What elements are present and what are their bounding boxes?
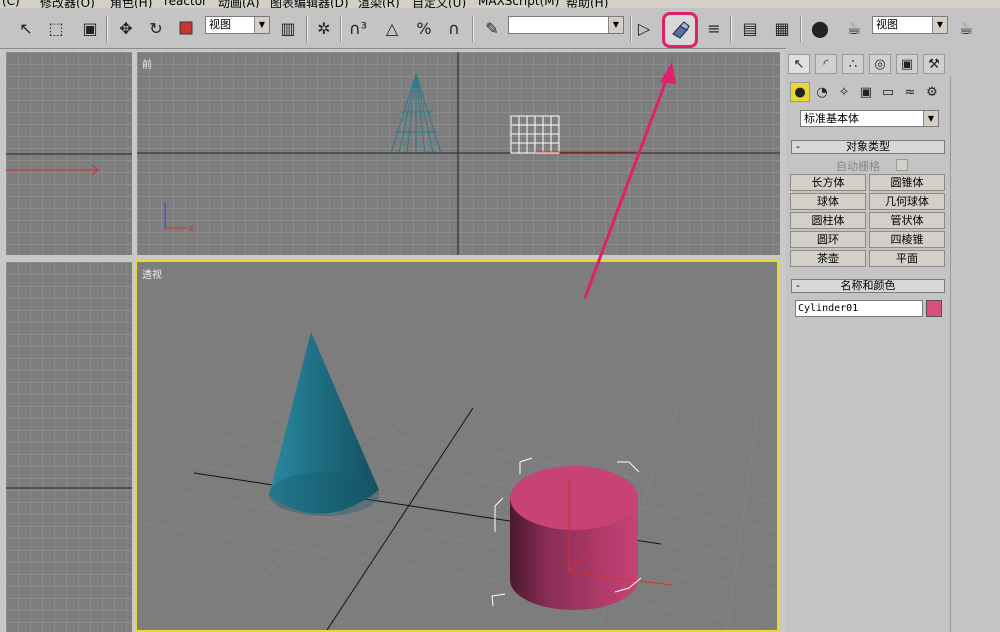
window-crossing-icon[interactable]: ▣ <box>78 16 102 40</box>
create-tab-icon[interactable]: ↖ <box>788 54 810 74</box>
svg-text:x: x <box>189 224 194 233</box>
menu-item-edit[interactable]: (C) <box>2 0 20 8</box>
teapot-button[interactable]: 茶壶 <box>790 250 866 267</box>
chevron-down-icon: ▼ <box>923 111 938 126</box>
curve-editor-icon[interactable]: ▤ <box>738 16 762 40</box>
sphere-button[interactable]: 球体 <box>790 193 866 210</box>
category-value: 标准基本体 <box>804 112 859 125</box>
reference-coord-value: 视图 <box>209 18 231 31</box>
rotate-icon[interactable]: ↻ <box>144 16 168 40</box>
render-scene-icon[interactable]: ☕ <box>842 16 866 40</box>
reference-coord-dropdown[interactable]: 视图 ▼ <box>205 16 270 34</box>
quick-render-icon[interactable]: ☕ <box>954 16 978 40</box>
angle-snap-icon[interactable]: △ <box>380 16 404 40</box>
category-dropdown[interactable]: 标准基本体 ▼ <box>800 110 939 127</box>
chevron-down-icon: ▼ <box>608 17 623 33</box>
space-warps-icon[interactable]: ≈ <box>900 82 920 102</box>
toolbar-separator <box>730 16 732 42</box>
menu-item-rendering[interactable]: 渲染(R) <box>358 0 400 8</box>
object-color-swatch[interactable] <box>926 300 942 317</box>
pyramid-button[interactable]: 四棱锥 <box>869 231 945 248</box>
command-panel: ↖ ◜ ∴ ◎ ▣ ⚒ ● ◔ ✧ ▣ ▭ ≈ ⚙ 标准基本体 ▼ - 对象类型… <box>786 48 1000 632</box>
toolbar-separator <box>340 16 342 42</box>
pivot-center-icon[interactable]: ▥ <box>276 16 300 40</box>
chevron-down-icon: ▼ <box>932 17 947 33</box>
helpers-icon[interactable]: ▭ <box>878 82 898 102</box>
autogrid-label: 自动栅格 <box>836 160 880 173</box>
snap-3d-icon[interactable]: ∩³ <box>346 16 370 40</box>
select-region-icon[interactable]: ⬚ <box>44 16 68 40</box>
geosphere-button[interactable]: 几何球体 <box>869 193 945 210</box>
object-type-title: 对象类型 <box>846 140 890 153</box>
lights-icon[interactable]: ✧ <box>834 82 854 102</box>
menu-item-character[interactable]: 角色(H) <box>110 0 152 8</box>
annotation-arrow <box>583 62 676 299</box>
menu-item-reactor[interactable]: reactor <box>164 0 207 8</box>
render-view-dropdown[interactable]: 视图 ▼ <box>872 16 948 34</box>
align-icon <box>672 21 690 39</box>
material-editor-icon[interactable]: ⬤ <box>808 16 832 40</box>
scale-icon[interactable] <box>174 16 198 40</box>
left-view-axes <box>6 487 132 489</box>
collapse-icon: - <box>796 279 800 292</box>
box-button[interactable]: 长方体 <box>790 174 866 191</box>
autogrid-checkbox[interactable] <box>896 159 908 171</box>
scale-square-icon <box>179 21 193 35</box>
menu-item-modifiers[interactable]: 修改器(O) <box>40 0 95 8</box>
mirror-icon[interactable]: ▷ <box>632 16 656 40</box>
name-color-title: 名称和颜色 <box>840 279 896 292</box>
cameras-icon[interactable]: ▣ <box>856 82 876 102</box>
panel-scroll-area[interactable] <box>950 76 999 632</box>
menu-item-help[interactable]: 帮助(H) <box>566 0 608 8</box>
geometry-icon[interactable]: ● <box>790 82 810 102</box>
menu-item-customize[interactable]: 自定义(U) <box>412 0 466 8</box>
display-tab-icon[interactable]: ▣ <box>896 54 918 74</box>
object-name-field[interactable]: Cylinder01 <box>795 300 923 317</box>
motion-tab-icon[interactable]: ◎ <box>869 54 891 74</box>
move-icon[interactable]: ✥ <box>114 16 138 40</box>
object-type-rollout-header[interactable]: - 对象类型 <box>791 140 945 154</box>
torus-button[interactable]: 圆环 <box>790 231 866 248</box>
utilities-tab-icon[interactable]: ⚒ <box>923 54 945 74</box>
name-color-rollout-header[interactable]: - 名称和颜色 <box>791 279 945 293</box>
menu-item-animation[interactable]: 动画(A) <box>218 0 260 8</box>
edit-named-selection-icon[interactable]: ✎ <box>480 16 504 40</box>
viewport-top[interactable] <box>6 52 132 255</box>
toolbar-separator <box>106 16 108 42</box>
hierarchy-tab-icon[interactable]: ∴ <box>842 54 864 74</box>
menu-bar: (C) 修改器(O) 角色(H) reactor 动画(A) 图表编辑器(D) … <box>0 0 1000 8</box>
chevron-down-icon: ▼ <box>254 17 269 33</box>
systems-icon[interactable]: ⚙ <box>922 82 942 102</box>
main-toolbar: ↖ ⬚ ▣ ✥ ↻ 视图 ▼ ▥ ✲ ∩³ △ % ∩ ✎ ▼ ▷ ≡ ▤ ▦ … <box>0 8 1000 49</box>
toolbar-separator <box>472 16 474 42</box>
top-view-axes <box>6 153 132 176</box>
shapes-icon[interactable]: ◔ <box>812 82 832 102</box>
collapse-icon: - <box>796 140 800 153</box>
select-object-icon[interactable]: ↖ <box>14 16 38 40</box>
schematic-view-icon[interactable]: ▦ <box>770 16 794 40</box>
align-button[interactable] <box>662 12 698 48</box>
named-selection-dropdown[interactable]: ▼ <box>508 16 624 34</box>
menu-item-maxscript[interactable]: MAXScript(M) <box>478 0 559 8</box>
toolbar-separator <box>306 16 308 42</box>
viewport-perspective[interactable]: 透视 <box>135 260 779 632</box>
cone-button[interactable]: 圆锥体 <box>869 174 945 191</box>
select-manipulate-icon[interactable]: ✲ <box>312 16 336 40</box>
spinner-snap-icon[interactable]: ∩ <box>442 16 466 40</box>
percent-snap-icon[interactable]: % <box>412 16 436 40</box>
tube-button[interactable]: 管状体 <box>869 212 945 229</box>
cylinder-button[interactable]: 圆柱体 <box>790 212 866 229</box>
layer-manager-icon[interactable]: ≡ <box>702 16 726 40</box>
toolbar-separator <box>800 16 802 42</box>
viewport-left[interactable] <box>6 262 132 632</box>
render-view-value: 视图 <box>876 18 898 31</box>
plane-button[interactable]: 平面 <box>869 250 945 267</box>
modify-tab-icon[interactable]: ◜ <box>815 54 837 74</box>
perspective-scene <box>137 332 777 630</box>
menu-item-graph-editors[interactable]: 图表编辑器(D) <box>270 0 349 8</box>
